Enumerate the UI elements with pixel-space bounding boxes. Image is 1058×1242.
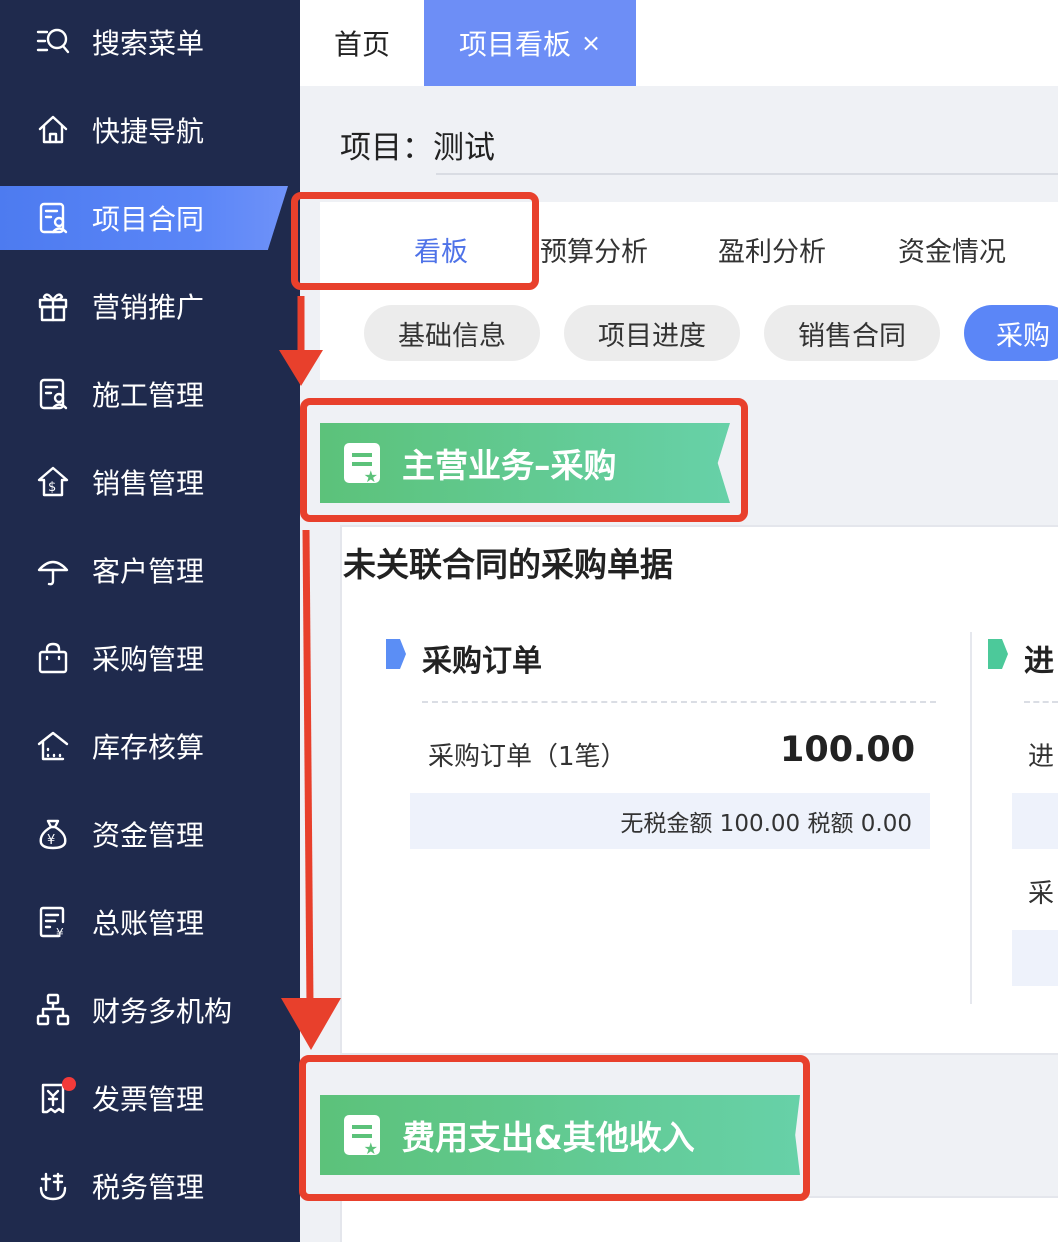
sidebar-item-label: 采购管理 — [92, 643, 205, 676]
sidebar-item-funds[interactable]: ¥ 资金管理 — [0, 802, 300, 866]
tab-project-board[interactable]: 项目看板 × — [424, 0, 636, 86]
subtab-funds-status[interactable]: 资金情况 — [898, 230, 1006, 269]
tab-label: 项目看板 — [458, 28, 571, 61]
sidebar-item-invoice[interactable]: 发票管理 — [0, 1066, 300, 1130]
contract-icon — [34, 199, 72, 237]
svg-text:$: $ — [48, 480, 56, 495]
col2-detail-box — [1012, 793, 1058, 849]
annotation-box-expense — [299, 1055, 810, 1201]
construction-doc-icon — [34, 375, 72, 413]
sidebar-item-multi-org[interactable]: 财务多机构 — [0, 978, 300, 1042]
pill-purchase[interactable]: 采购 — [964, 305, 1058, 361]
sidebar-item-label: 营销推广 — [92, 291, 205, 324]
warehouse-icon — [34, 727, 72, 765]
sidebar-item-label: 总账管理 — [92, 907, 205, 940]
col2-row2-label: 采 — [1028, 879, 1055, 909]
col2-title: 进 — [1024, 644, 1054, 679]
tax-icon — [34, 1167, 72, 1205]
column-divider — [970, 632, 972, 1004]
money-bag-icon: ¥ — [34, 815, 72, 853]
svg-text:¥: ¥ — [47, 833, 55, 848]
sidebar-item-purchase[interactable]: 采购管理 — [0, 626, 300, 690]
ledger-icon: ¥ — [34, 903, 72, 941]
sidebar-item-label: 项目合同 — [92, 203, 205, 236]
tab-bar: 首页 项目看板 × — [300, 0, 1058, 86]
pill-basic-info[interactable]: 基础信息 — [364, 305, 540, 361]
sidebar: 搜索菜单 快捷导航 项目合同 营销推广 施工管理 $ 销售管理 客户管理 采购管… — [0, 0, 300, 1242]
notification-dot — [62, 1077, 76, 1091]
sidebar-item-label: 库存核算 — [92, 731, 205, 764]
annotation-box-main-purchase — [300, 398, 748, 522]
purchase-order-count: 采购订单（1笔） — [428, 742, 627, 772]
sidebar-item-search-menu[interactable]: 搜索菜单 — [0, 10, 300, 74]
invoice-icon — [34, 1077, 76, 1117]
project-name: 测试 — [433, 130, 495, 166]
tab-home[interactable]: 首页 — [300, 0, 424, 86]
card-title: 未关联合同的采购单据 — [343, 545, 673, 584]
pill-project-progress[interactable]: 项目进度 — [564, 305, 740, 361]
divider — [436, 173, 1058, 175]
sidebar-item-customer[interactable]: 客户管理 — [0, 538, 300, 602]
sidebar-item-label: 快捷导航 — [92, 115, 205, 148]
gift-icon — [34, 287, 72, 325]
sidebar-item-label: 搜索菜单 — [92, 27, 205, 60]
sidebar-item-sales[interactable]: $ 销售管理 — [0, 450, 300, 514]
annotation-box-board-tab — [291, 192, 539, 290]
sidebar-item-label: 发票管理 — [92, 1083, 205, 1116]
search-menu-icon — [34, 23, 72, 61]
sidebar-item-ledger[interactable]: ¥ 总账管理 — [0, 890, 300, 954]
project-label: 项目： — [340, 130, 433, 166]
umbrella-icon — [34, 551, 72, 589]
sidebar-item-marketing[interactable]: 营销推广 — [0, 274, 300, 338]
shopping-bag-icon — [34, 639, 72, 677]
org-chart-icon — [34, 991, 72, 1029]
content-card — [340, 525, 1058, 1055]
project-header: 项目：测试 — [340, 122, 495, 167]
sidebar-item-label: 销售管理 — [92, 467, 205, 500]
col2-row-label: 进 — [1028, 742, 1055, 772]
dashed-divider — [422, 701, 936, 703]
svg-text:¥: ¥ — [56, 926, 64, 940]
sidebar-item-label: 财务多机构 — [92, 995, 233, 1028]
content-card-2 — [340, 1196, 1058, 1242]
purchase-order-title: 采购订单 — [422, 644, 542, 679]
dashed-divider — [1024, 701, 1058, 703]
sidebar-item-inventory[interactable]: 库存核算 — [0, 714, 300, 778]
sidebar-item-label: 客户管理 — [92, 555, 205, 588]
sidebar-item-tax[interactable]: 税务管理 — [0, 1154, 300, 1218]
sidebar-item-project-contract[interactable]: 项目合同 — [0, 186, 288, 250]
pill-sales-contract[interactable]: 销售合同 — [764, 305, 940, 361]
close-icon[interactable]: × — [581, 29, 601, 57]
sidebar-item-label: 施工管理 — [92, 379, 205, 412]
sidebar-item-construction[interactable]: 施工管理 — [0, 362, 300, 426]
subtab-profit-analysis[interactable]: 盈利分析 — [718, 230, 826, 269]
sidebar-item-quick-nav[interactable]: 快捷导航 — [0, 98, 300, 162]
home-icon — [34, 111, 72, 149]
sidebar-item-label: 资金管理 — [92, 819, 205, 852]
purchase-order-tax-detail: 无税金额 100.00 税额 0.00 — [410, 793, 930, 849]
sales-icon: $ — [34, 463, 72, 501]
purchase-order-amount: 100.00 — [780, 730, 916, 770]
sidebar-item-label: 税务管理 — [92, 1171, 205, 1204]
col2-detail-box — [1012, 930, 1058, 986]
subtab-budget-analysis[interactable]: 预算分析 — [540, 230, 648, 269]
